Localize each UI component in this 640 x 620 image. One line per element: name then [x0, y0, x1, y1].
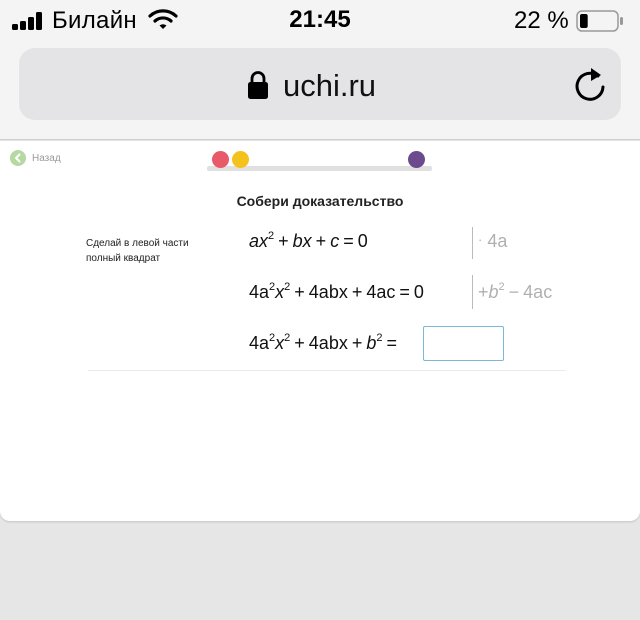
browser-toolbar: uchi.ru [0, 40, 640, 140]
back-label: Назад [32, 152, 61, 164]
battery-icon [576, 10, 623, 32]
progress-dot-done [212, 151, 229, 168]
back-arrow-icon [10, 150, 26, 166]
equation-row-2: 4a2x2 +4abx +4ac = 0 [249, 281, 424, 303]
lesson-card: Назад Собери доказательство Сделай в лев… [0, 141, 640, 521]
lock-icon [248, 71, 268, 99]
back-button[interactable]: Назад [10, 150, 61, 166]
reload-icon[interactable] [572, 65, 608, 103]
divider [88, 370, 566, 371]
side-operation-2: +b2−4ac [478, 281, 553, 303]
url-domain[interactable]: uchi.ru [283, 68, 376, 104]
equation-row-1: ax2 + bx + c = 0 [249, 230, 368, 252]
answer-input[interactable] [423, 326, 504, 361]
instruction-text: Сделай в левой части полный квадрат [86, 238, 189, 264]
side-operation-1: · 4a [478, 231, 508, 251]
side-divider-2 [472, 275, 473, 309]
equation-row-3: 4a2x2 +4abx + b2 = [249, 332, 398, 354]
address-bar[interactable]: uchi.ru [19, 48, 621, 120]
progress-dot-current [232, 151, 249, 168]
progress-dot-final [408, 151, 425, 168]
side-divider-1 [472, 227, 473, 259]
status-bar: Билайн 21:45 22 % [0, 0, 640, 40]
battery-percentage: 22 % [514, 7, 569, 34]
task-title: Собери доказательство [236, 193, 404, 209]
